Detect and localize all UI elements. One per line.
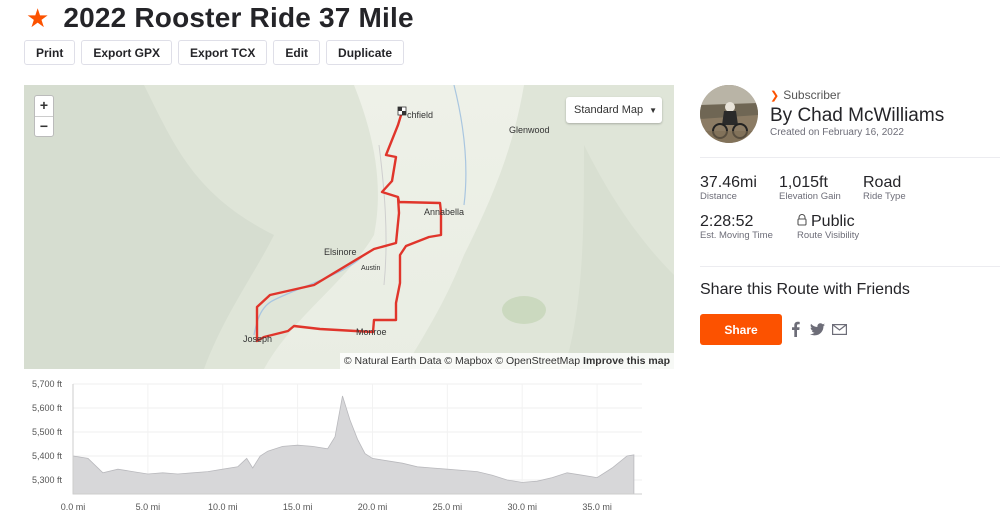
author-name[interactable]: By Chad McWilliams [770,105,944,127]
share-heading: Share this Route with Friends [700,281,910,298]
town-richfield: chfield [407,110,434,120]
x-tick-5: 5.0 mi [135,502,161,512]
facebook-glyph [791,321,800,337]
map-terrain [24,85,674,369]
lock-icon [797,214,807,226]
print-button[interactable]: Print [24,40,76,65]
elevation-label: Elevation Gain [779,191,841,202]
facebook-icon[interactable] [788,318,802,340]
y-tick-5700: 5,700 ft [32,379,63,389]
x-tick-35: 35.0 mi [582,502,612,512]
twitter-icon[interactable] [808,318,826,340]
avatar[interactable] [700,85,758,143]
ride-type-label: Ride Type [863,191,906,202]
email-glyph [831,323,847,335]
avatar-image [700,85,758,143]
star-icon[interactable]: ★ [26,5,49,31]
email-icon[interactable] [830,318,848,340]
elevation-area [72,395,635,495]
zoom-in-button[interactable]: + [35,96,53,116]
improve-map-link[interactable]: Improve this map [583,355,670,367]
attribution-text: © Natural Earth Data © Mapbox © OpenStre… [343,355,581,367]
y-tick-5300: 5,300 ft [32,475,63,485]
chevron-down-icon: ▼ [649,105,658,115]
title-row: ★ 2022 Rooster Ride 37 Mile [26,2,414,34]
x-tick-20: 20.0 mi [357,502,388,512]
elevation-value: 1,015ft [779,174,828,191]
export-gpx-button[interactable]: Export GPX [81,40,173,65]
town-joseph: Joseph [243,334,273,344]
divider-top [700,157,1000,158]
map-type-dropdown[interactable]: Standard Map ▼ [566,97,662,123]
x-tick-15: 15.0 mi [282,502,313,512]
y-tick-5500: 5,500 ft [32,427,63,437]
stat-visibility: Public Route Visibility [797,213,859,241]
twitter-glyph [809,322,825,335]
town-glenwood: Glenwood [509,125,550,135]
distance-value: 37.46mi [700,174,757,191]
divider-bottom [700,266,1000,267]
visibility-value: Public [811,213,855,230]
x-tick-30: 30.0 mi [507,502,537,512]
moving-time-value: 2:28:52 [700,213,754,230]
zoom-control: + − [34,95,54,137]
stat-ride-type: Road Ride Type [863,174,906,202]
export-tcx-button[interactable]: Export TCX [178,40,268,65]
y-tick-5600: 5,600 ft [32,403,63,413]
edit-button[interactable]: Edit [273,40,321,65]
route-toolbar: Print Export GPX Export TCX Edit Duplica… [24,40,405,65]
x-tick-0: 0.0 mi [60,502,86,512]
park-area [502,296,546,324]
map-attribution: © Natural Earth Data © Mapbox © OpenStre… [339,353,674,369]
subscriber-label: Subscriber [783,88,841,102]
duplicate-button[interactable]: Duplicate [326,40,405,65]
share-button[interactable]: Share [700,314,782,345]
stat-moving-time: 2:28:52 Est. Moving Time [700,213,773,241]
elevation-plot [72,383,642,495]
zoom-out-button[interactable]: − [35,116,53,136]
distance-label: Distance [700,191,737,202]
elevation-chart[interactable]: 5,700 ft 5,600 ft 5,500 ft 5,400 ft 5,30… [24,378,649,518]
town-austin: Austin [361,265,381,272]
town-elsinore: Elsinore [324,247,357,257]
map-type-label: Standard Map [574,104,644,116]
subscriber-badge: ❯ Subscriber [770,88,841,102]
visibility-row: Public [797,213,859,231]
ride-type-value: Road [863,174,902,191]
stat-distance: 37.46mi Distance [700,174,757,202]
route-map[interactable]: + − Standard Map ▼ chfield Glenwood Anna… [24,85,674,369]
town-monroe: Monroe [356,327,387,337]
subscriber-chevron-icon: ❯ [770,89,780,102]
stat-elevation: 1,015ft Elevation Gain [779,174,841,202]
town-annabella: Annabella [424,207,465,217]
x-tick-25: 25.0 mi [432,502,463,512]
finish-flag-icon [397,106,407,116]
moving-time-label: Est. Moving Time [700,230,773,241]
x-tick-10: 10.0 mi [207,502,238,512]
created-date: Created on February 16, 2022 [770,127,904,138]
route-title: 2022 Rooster Ride 37 Mile [63,2,414,33]
y-tick-5400: 5,400 ft [32,451,63,461]
visibility-label: Route Visibility [797,230,860,241]
